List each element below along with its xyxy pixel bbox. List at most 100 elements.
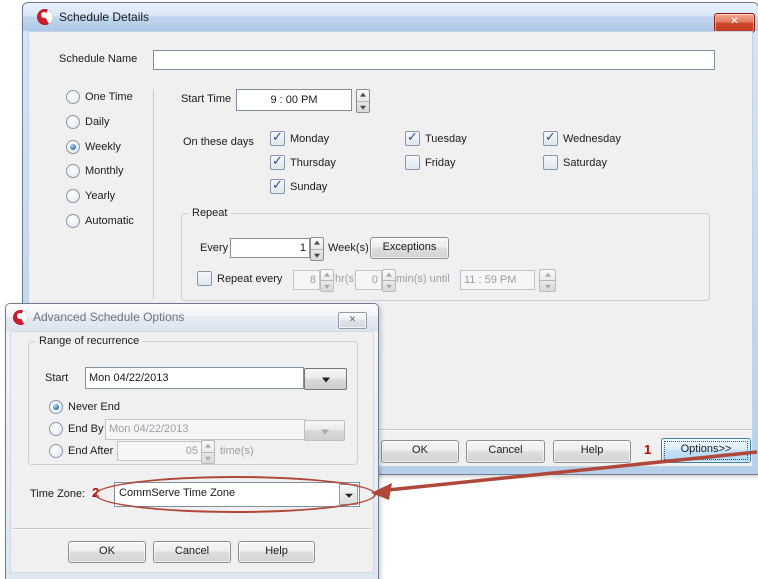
exceptions-button[interactable]: Exceptions xyxy=(370,237,449,259)
radio-label: Never End xyxy=(68,401,120,413)
radio-yearly[interactable]: Yearly xyxy=(66,189,115,203)
radio-label: End After xyxy=(68,445,113,457)
radio-monthly[interactable]: Monthly xyxy=(66,164,124,178)
repeat-hours-field: 8 xyxy=(293,270,320,290)
repeat-every-checkbox-row[interactable]: Repeat every xyxy=(197,271,282,286)
checkbox-label: Wednesday xyxy=(563,133,621,145)
range-of-recurrence-groupbox: Range of recurrence Start Mon 04/22/2013… xyxy=(28,341,358,465)
combo-dropdown-icon[interactable] xyxy=(339,484,358,505)
checkbox-icon[interactable] xyxy=(543,155,558,170)
radio-icon[interactable] xyxy=(66,189,80,203)
end-by-dropdown-button xyxy=(304,420,345,441)
checkbox-icon[interactable] xyxy=(270,155,285,170)
radio-icon[interactable] xyxy=(66,214,80,228)
spin-down-icon xyxy=(383,280,395,291)
checkbox-icon[interactable] xyxy=(270,179,285,194)
spin-up-icon[interactable] xyxy=(311,238,323,249)
end-after-spinner xyxy=(201,440,215,464)
radio-daily[interactable]: Daily xyxy=(66,115,109,129)
help-button[interactable]: Help xyxy=(553,440,631,463)
spin-up-icon[interactable] xyxy=(357,90,369,101)
start-date-dropdown-button[interactable] xyxy=(304,368,347,390)
radio-label: End By xyxy=(68,423,103,435)
checkbox-tuesday[interactable]: Tuesday xyxy=(405,131,467,146)
radio-never-end[interactable]: Never End xyxy=(49,400,120,414)
advanced-options-titlebar: Advanced Schedule Options xyxy=(6,304,378,331)
start-date-field[interactable]: Mon 04/22/2013 xyxy=(85,367,304,389)
close-button[interactable]: ✕ xyxy=(714,13,755,33)
checkbox-icon[interactable] xyxy=(270,131,285,146)
every-label: Every xyxy=(200,242,228,254)
end-after-times-field: 05 xyxy=(117,441,202,461)
schedule-name-label: Schedule Name xyxy=(59,53,137,65)
radio-icon[interactable] xyxy=(49,444,63,458)
checkbox-sunday[interactable]: Sunday xyxy=(270,179,327,194)
cancel-button[interactable]: Cancel xyxy=(153,541,231,563)
repeat-minutes-spinner xyxy=(382,269,396,292)
checkbox-label: Saturday xyxy=(563,157,607,169)
checkbox-friday[interactable]: Friday xyxy=(405,155,456,170)
radio-label: Daily xyxy=(85,116,109,128)
checkbox-saturday[interactable]: Saturday xyxy=(543,155,607,170)
checkbox-monday[interactable]: Monday xyxy=(270,131,329,146)
repeat-until-field: 11 : 59 PM xyxy=(460,270,535,290)
repeat-every-label: Repeat every xyxy=(217,273,282,285)
radio-weekly[interactable]: Weekly xyxy=(66,140,121,154)
checkbox-wednesday[interactable]: Wednesday xyxy=(543,131,621,146)
footer-separator xyxy=(13,528,371,530)
repeat-group-label: Repeat xyxy=(188,206,231,220)
schedule-details-titlebar: Schedule Details xyxy=(23,3,758,31)
checkbox-icon[interactable] xyxy=(543,131,558,146)
time-zone-combobox[interactable]: CommServe Time Zone xyxy=(114,482,360,507)
app-logo-icon xyxy=(13,310,28,325)
radio-one-time[interactable]: One Time xyxy=(66,90,133,104)
window-title: Schedule Details xyxy=(59,3,149,31)
checkbox-icon[interactable] xyxy=(405,131,420,146)
radio-label: One Time xyxy=(85,91,133,103)
start-label: Start xyxy=(45,372,68,384)
window-title: Advanced Schedule Options xyxy=(33,304,184,331)
repeat-minutes-field: 0 xyxy=(355,270,382,290)
start-time-spinner[interactable] xyxy=(356,89,370,113)
cancel-button[interactable]: Cancel xyxy=(466,440,545,463)
end-by-date-field: Mon 04/22/2013 xyxy=(105,419,306,440)
every-weeks-spinner[interactable] xyxy=(310,237,324,261)
spin-down-icon[interactable] xyxy=(357,101,369,113)
checkbox-label: Monday xyxy=(290,133,329,145)
radio-icon[interactable] xyxy=(66,164,80,178)
checkbox-label: Sunday xyxy=(290,181,327,193)
radio-icon[interactable] xyxy=(66,90,80,104)
ok-button[interactable]: OK xyxy=(68,541,146,563)
radio-end-after[interactable]: End After xyxy=(49,444,113,458)
every-weeks-field[interactable]: 1 xyxy=(230,238,310,258)
advanced-schedule-options-window: Advanced Schedule Options ✕ Range of rec… xyxy=(5,303,379,579)
radio-label: Yearly xyxy=(85,190,115,202)
radio-icon[interactable] xyxy=(49,422,63,436)
radio-icon[interactable] xyxy=(49,400,63,414)
spin-down-icon[interactable] xyxy=(311,249,323,261)
checkbox-icon[interactable] xyxy=(197,271,212,286)
close-button[interactable]: ✕ xyxy=(338,312,367,329)
spin-up-icon xyxy=(202,441,214,452)
spin-up-icon xyxy=(383,270,395,280)
spin-down-icon xyxy=(202,452,214,464)
help-button[interactable]: Help xyxy=(238,541,315,563)
app-logo-icon xyxy=(37,9,53,25)
range-group-label: Range of recurrence xyxy=(35,334,143,348)
radio-icon[interactable] xyxy=(66,115,80,129)
start-time-field[interactable]: 9 : 00 PM xyxy=(236,89,352,111)
radio-end-by[interactable]: End By xyxy=(49,422,103,436)
radio-label: Automatic xyxy=(85,215,134,227)
radio-icon[interactable] xyxy=(66,140,80,154)
on-these-days-label: On these days xyxy=(183,136,254,148)
schedule-name-input[interactable] xyxy=(153,50,715,70)
repeat-groupbox: Repeat Every 1 Week(s) Exceptions Repeat… xyxy=(181,213,710,301)
options-button[interactable]: Options>> xyxy=(661,438,751,463)
ok-button[interactable]: OK xyxy=(381,440,459,463)
times-unit-label: time(s) xyxy=(220,445,254,457)
repeat-until-spinner xyxy=(539,269,556,292)
radio-automatic[interactable]: Automatic xyxy=(66,214,134,228)
checkbox-label: Thursday xyxy=(290,157,336,169)
checkbox-thursday[interactable]: Thursday xyxy=(270,155,336,170)
checkbox-icon[interactable] xyxy=(405,155,420,170)
